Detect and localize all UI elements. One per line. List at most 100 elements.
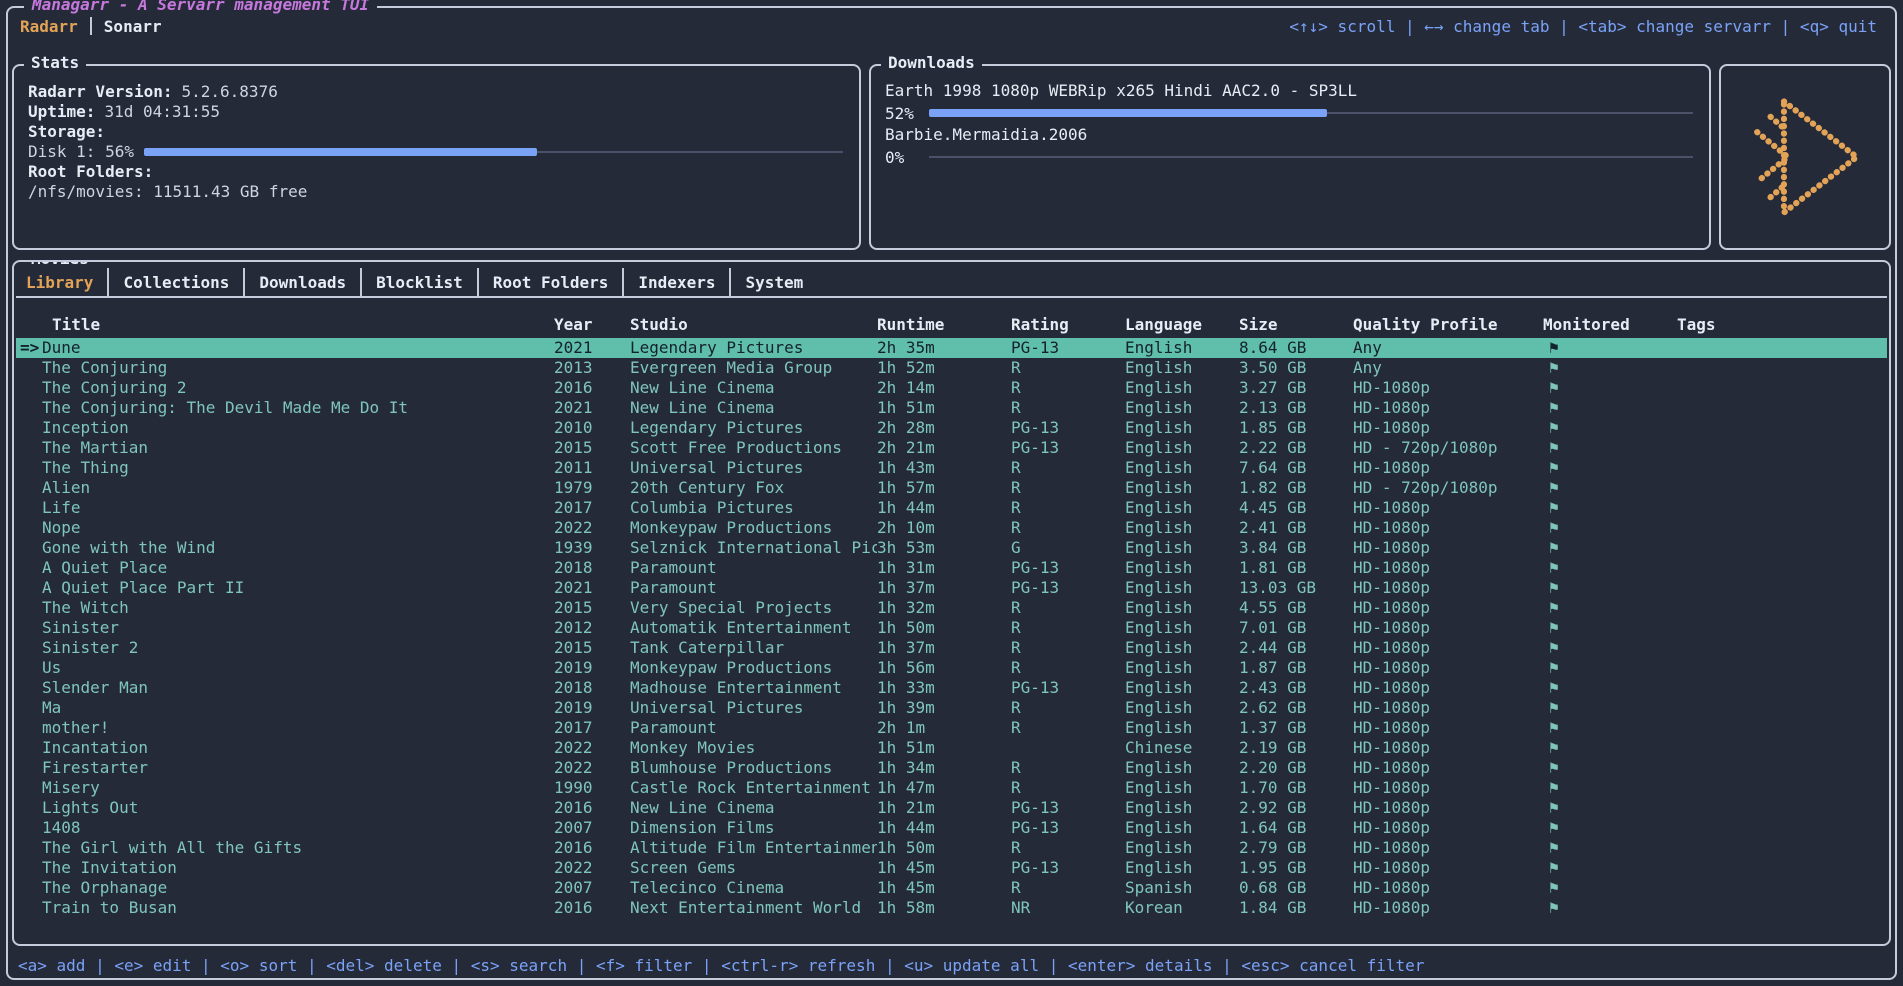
header-marker-gap bbox=[16, 314, 42, 336]
table-row[interactable]: Inception2010Legendary Pictures2h 28mPG-… bbox=[16, 418, 1887, 438]
table-row[interactable]: The Invitation2022Screen Gems1h 45mPG-13… bbox=[16, 858, 1887, 878]
table-row[interactable]: Sinister 22015Tank Caterpillar1h 37mREng… bbox=[16, 638, 1887, 658]
cell-title: A Quiet Place bbox=[42, 558, 554, 578]
table-row[interactable]: Train to Busan2016Next Entertainment Wor… bbox=[16, 898, 1887, 918]
monitored-flag-icon: ⚑ bbox=[1543, 858, 1677, 878]
cell-runtime: 1h 44m bbox=[877, 818, 1011, 838]
cell-tags bbox=[1677, 378, 1887, 398]
table-row[interactable]: Incantation2022Monkey Movies1h 51mChines… bbox=[16, 738, 1887, 758]
cell-studio: Legendary Pictures bbox=[630, 338, 877, 358]
table-row[interactable]: Misery1990Castle Rock Entertainment1h 47… bbox=[16, 778, 1887, 798]
cell-language: English bbox=[1125, 678, 1239, 698]
cell-title: The Conjuring: The Devil Made Me Do It bbox=[42, 398, 554, 418]
table-row[interactable]: Us2019Monkeypaw Productions1h 56mREnglis… bbox=[16, 658, 1887, 678]
cell-studio: Blumhouse Productions bbox=[630, 758, 877, 778]
table-row[interactable]: Gone with the Wind1939Selznick Internati… bbox=[16, 538, 1887, 558]
monitored-flag-icon: ⚑ bbox=[1543, 578, 1677, 598]
selection-marker-icon bbox=[16, 758, 42, 778]
selection-marker-icon bbox=[16, 558, 42, 578]
cell-rating: R bbox=[1011, 878, 1125, 898]
cell-tags bbox=[1677, 618, 1887, 638]
table-row[interactable]: =>Dune2021Legendary Pictures2h 35mPG-13E… bbox=[16, 338, 1887, 358]
cell-language: English bbox=[1125, 618, 1239, 638]
cell-runtime: 2h 21m bbox=[877, 438, 1011, 458]
app-window: Managarr - A Servarr management TUI Rada… bbox=[0, 0, 1903, 986]
table-row[interactable]: A Quiet Place2018Paramount1h 31mPG-13Eng… bbox=[16, 558, 1887, 578]
cell-quality-profile: HD-1080p bbox=[1353, 598, 1543, 618]
cell-title: Gone with the Wind bbox=[42, 538, 554, 558]
table-row[interactable]: Alien197920th Century Fox1h 57mREnglish1… bbox=[16, 478, 1887, 498]
cell-language: English bbox=[1125, 578, 1239, 598]
cell-title: Inception bbox=[42, 418, 554, 438]
cell-tags bbox=[1677, 558, 1887, 578]
table-row[interactable]: Nope2022Monkeypaw Productions2h 10mREngl… bbox=[16, 518, 1887, 538]
cell-tags bbox=[1677, 658, 1887, 678]
cell-quality-profile: HD-1080p bbox=[1353, 658, 1543, 678]
tab-radarr[interactable]: Radarr bbox=[20, 17, 78, 36]
tab-root-folders[interactable]: Root Folders bbox=[477, 268, 623, 296]
download-progressbar bbox=[929, 105, 1695, 121]
cell-language: English bbox=[1125, 778, 1239, 798]
cell-quality-profile: HD-1080p bbox=[1353, 578, 1543, 598]
tab-indexers[interactable]: Indexers bbox=[622, 268, 729, 296]
table-row[interactable]: Slender Man2018Madhouse Entertainment1h … bbox=[16, 678, 1887, 698]
tab-downloads[interactable]: Downloads bbox=[243, 268, 360, 296]
selection-marker-icon bbox=[16, 578, 42, 598]
table-row[interactable]: The Martian2015Scott Free Productions2h … bbox=[16, 438, 1887, 458]
table-row[interactable]: Life2017Columbia Pictures1h 44mREnglish4… bbox=[16, 498, 1887, 518]
tab-sonarr[interactable]: Sonarr bbox=[104, 17, 162, 36]
table-row[interactable]: The Girl with All the Gifts2016Altitude … bbox=[16, 838, 1887, 858]
column-header-runtime: Runtime bbox=[877, 314, 1011, 336]
cell-runtime: 1h 51m bbox=[877, 398, 1011, 418]
cell-rating: R bbox=[1011, 398, 1125, 418]
cell-runtime: 2h 14m bbox=[877, 378, 1011, 398]
cell-runtime: 1h 32m bbox=[877, 598, 1011, 618]
table-row[interactable]: mother!2017Paramount2h 1mREnglish1.37 GB… bbox=[16, 718, 1887, 738]
table-row[interactable]: The Orphanage2007Telecinco Cinema1h 45mR… bbox=[16, 878, 1887, 898]
table-row[interactable]: The Thing2011Universal Pictures1h 43mREn… bbox=[16, 458, 1887, 478]
table-row[interactable]: The Conjuring 22016New Line Cinema2h 14m… bbox=[16, 378, 1887, 398]
selection-marker-icon bbox=[16, 678, 42, 698]
cell-runtime: 2h 35m bbox=[877, 338, 1011, 358]
cell-size: 1.70 GB bbox=[1239, 778, 1353, 798]
cell-studio: Dimension Films bbox=[630, 818, 877, 838]
cell-size: 2.62 GB bbox=[1239, 698, 1353, 718]
table-row[interactable]: Lights Out2016New Line Cinema1h 21mPG-13… bbox=[16, 798, 1887, 818]
cell-tags bbox=[1677, 798, 1887, 818]
monitored-flag-icon: ⚑ bbox=[1543, 898, 1677, 918]
table-row[interactable]: The Witch2015Very Special Projects1h 32m… bbox=[16, 598, 1887, 618]
table-row[interactable]: The Conjuring2013Evergreen Media Group1h… bbox=[16, 358, 1887, 378]
monitored-flag-icon: ⚑ bbox=[1543, 438, 1677, 458]
column-header-language: Language bbox=[1125, 314, 1239, 336]
cell-quality-profile: HD-1080p bbox=[1353, 538, 1543, 558]
selection-marker-icon bbox=[16, 778, 42, 798]
tab-library[interactable]: Library bbox=[16, 268, 107, 296]
tab-collections[interactable]: Collections bbox=[107, 268, 243, 296]
table-row[interactable]: The Conjuring: The Devil Made Me Do It20… bbox=[16, 398, 1887, 418]
cell-runtime: 1h 37m bbox=[877, 578, 1011, 598]
cell-language: English bbox=[1125, 698, 1239, 718]
cell-quality-profile: HD-1080p bbox=[1353, 898, 1543, 918]
cell-studio: Universal Pictures bbox=[630, 458, 877, 478]
table-row[interactable]: A Quiet Place Part II2021Paramount1h 37m… bbox=[16, 578, 1887, 598]
tab-blocklist[interactable]: Blocklist bbox=[360, 268, 477, 296]
table-row[interactable]: Ma2019Universal Pictures1h 39mREnglish2.… bbox=[16, 698, 1887, 718]
cell-language: Spanish bbox=[1125, 878, 1239, 898]
table-row[interactable]: Firestarter2022Blumhouse Productions1h 3… bbox=[16, 758, 1887, 778]
cell-title: 1408 bbox=[42, 818, 554, 838]
tab-system[interactable]: System bbox=[729, 268, 817, 296]
cell-title: Train to Busan bbox=[42, 898, 554, 918]
logo-panel bbox=[1719, 64, 1891, 250]
selection-marker-icon bbox=[16, 478, 42, 498]
cell-rating bbox=[1011, 738, 1125, 758]
cell-studio: Telecinco Cinema bbox=[630, 878, 877, 898]
cell-quality-profile: HD-1080p bbox=[1353, 778, 1543, 798]
cell-title: The Orphanage bbox=[42, 878, 554, 898]
cell-studio: Columbia Pictures bbox=[630, 498, 877, 518]
table-row[interactable]: Sinister2012Automatik Entertainment1h 50… bbox=[16, 618, 1887, 638]
table-row[interactable]: 14082007Dimension Films1h 44mPG-13Englis… bbox=[16, 818, 1887, 838]
cell-rating: R bbox=[1011, 838, 1125, 858]
downloads-panel-title: Downloads bbox=[881, 53, 982, 72]
selection-marker-icon bbox=[16, 798, 42, 818]
cell-runtime: 1h 43m bbox=[877, 458, 1011, 478]
